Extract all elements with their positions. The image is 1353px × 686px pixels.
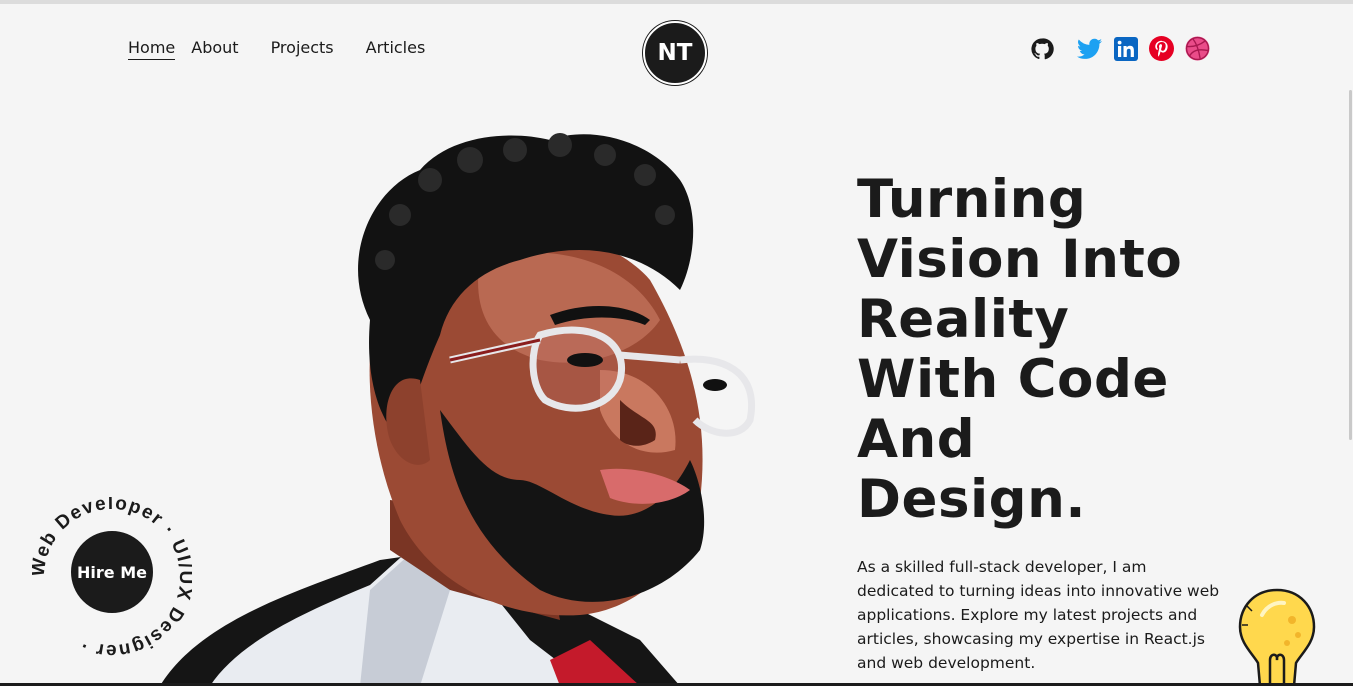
headline-line: Vision Into <box>857 229 1183 290</box>
eye-left <box>567 353 603 367</box>
headline-line: Reality <box>857 289 1070 350</box>
github-icon[interactable] <box>1029 36 1054 61</box>
pinterest-icon[interactable] <box>1149 36 1174 61</box>
headline-line: And <box>857 409 976 470</box>
twitter-icon[interactable] <box>1077 36 1102 61</box>
social-links <box>1029 36 1221 61</box>
main-nav: Home About Projects Articles <box>128 38 425 60</box>
nav-articles-link[interactable]: Articles <box>366 38 426 60</box>
headline-line: Turning <box>857 169 1087 230</box>
nav-about-link[interactable]: About <box>191 38 238 60</box>
dribbble-icon[interactable] <box>1185 36 1210 61</box>
nav-home-link[interactable]: Home <box>128 38 176 60</box>
hero-description: As a skilled full-stack developer, I am … <box>857 558 1220 672</box>
headline-line: With Code <box>857 349 1169 410</box>
hire-me-badge: Web Developer · UI/UX Designer · Hire Me <box>27 493 194 661</box>
hero-headline: Turning Vision Into Reality With Code An… <box>857 170 1237 530</box>
scrollbar[interactable] <box>1349 90 1352 440</box>
portrait-illustration <box>160 133 755 686</box>
headline-line: Design. <box>857 469 1086 530</box>
linkedin-icon[interactable] <box>1113 36 1138 61</box>
top-border <box>0 0 1353 4</box>
site-logo[interactable]: NT <box>643 21 707 85</box>
hire-me-button[interactable]: Hire Me <box>71 531 153 613</box>
lightbulb-icon <box>1238 588 1316 686</box>
nav-projects-link[interactable]: Projects <box>271 38 334 60</box>
eye-right <box>703 379 727 391</box>
